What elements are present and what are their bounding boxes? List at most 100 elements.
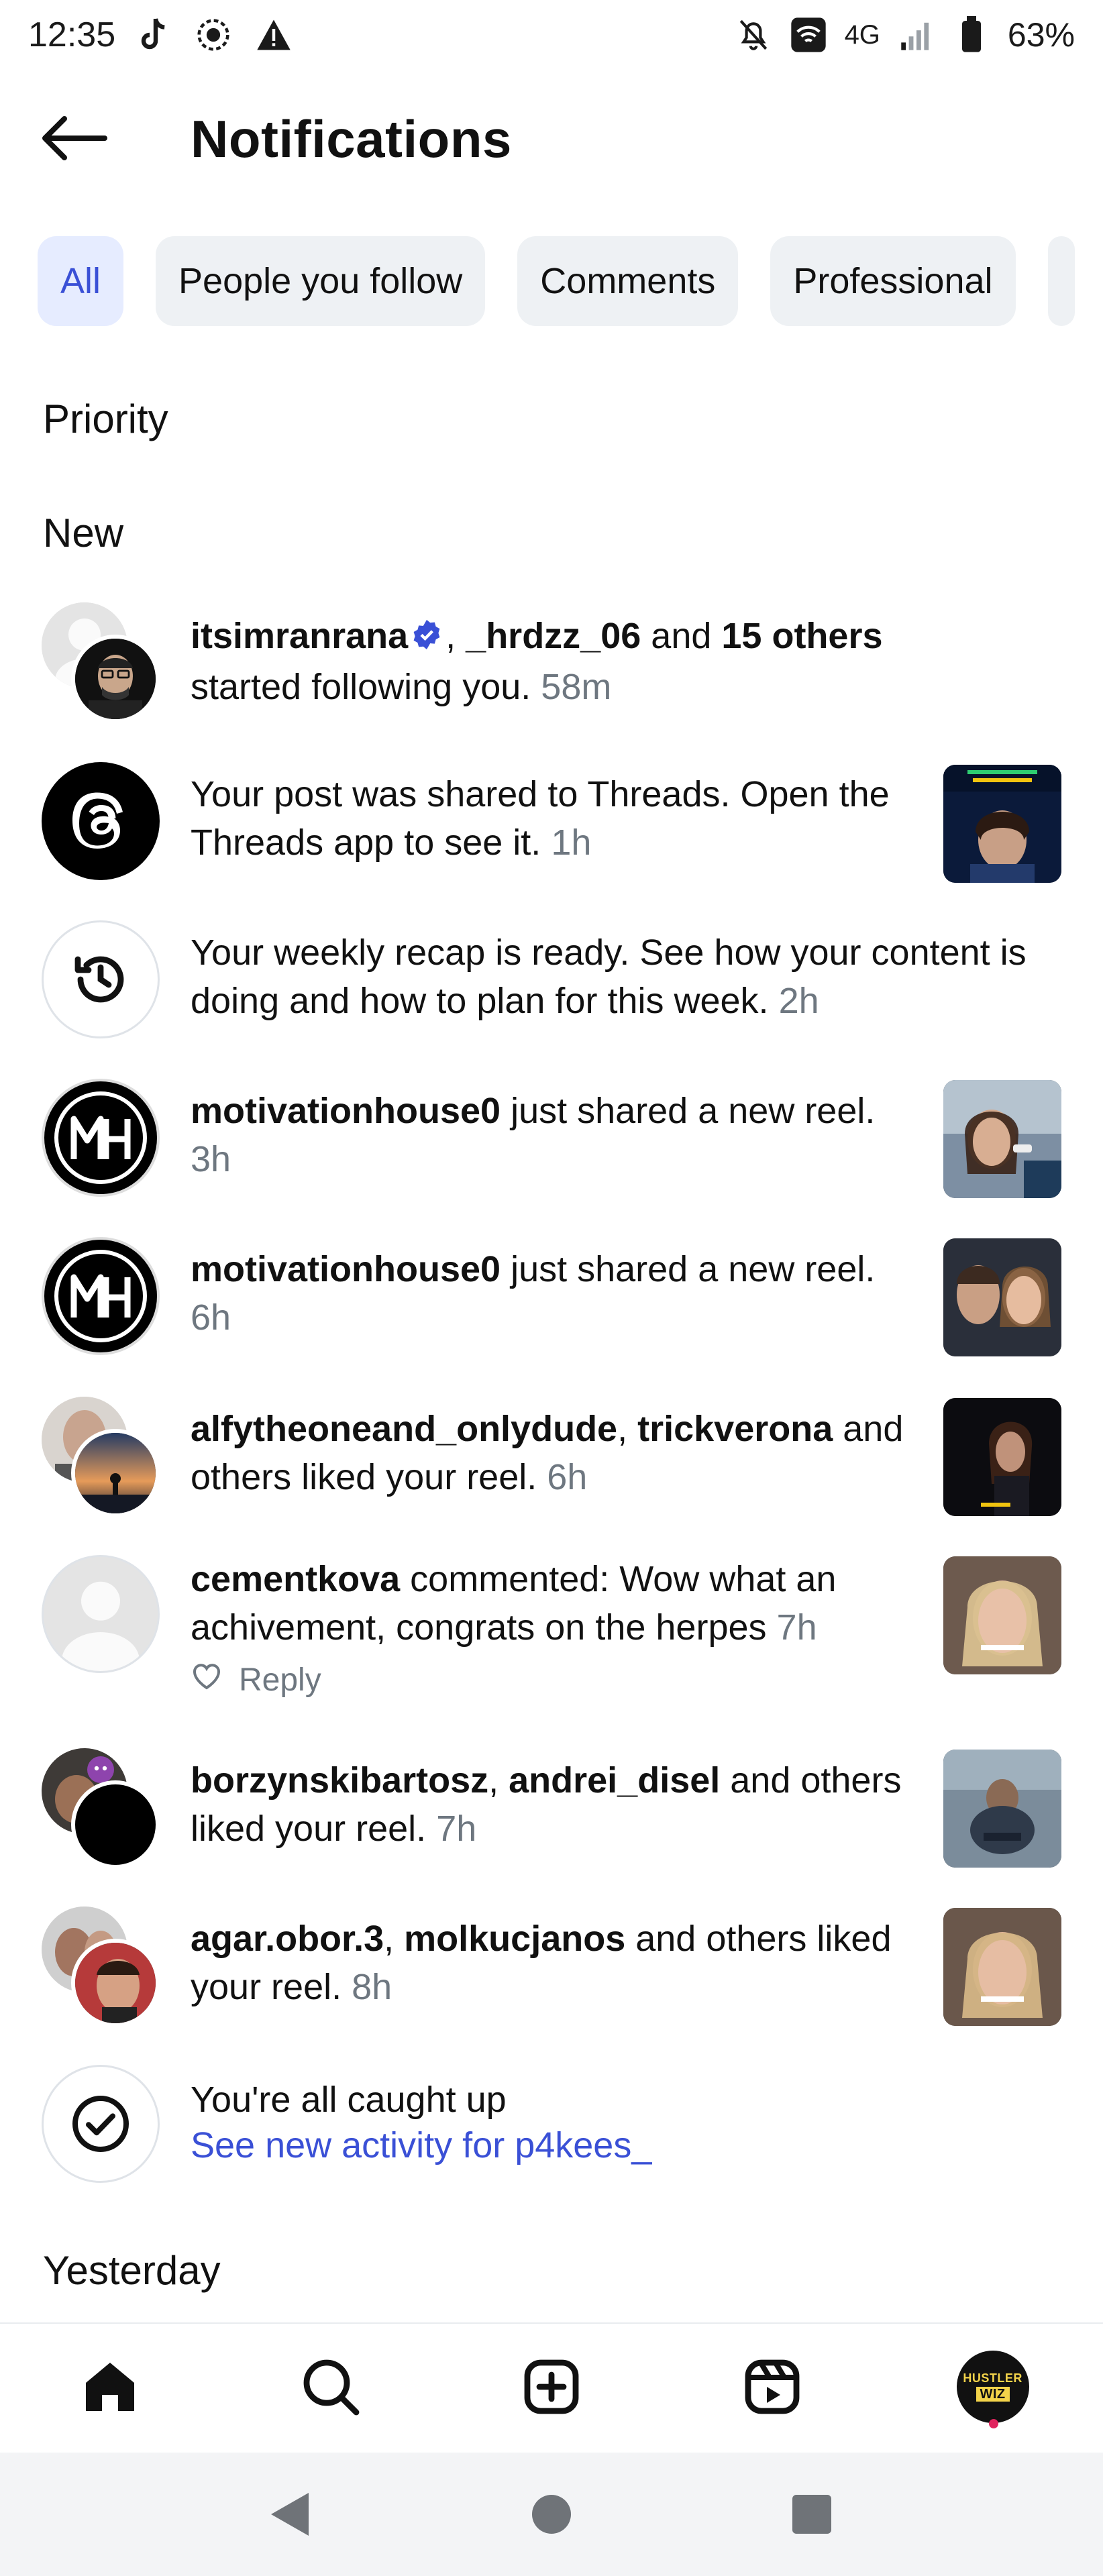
reel-thumbnail[interactable] (943, 1238, 1061, 1356)
timestamp: 6h (191, 1297, 231, 1338)
others-link[interactable]: 15 others (721, 616, 882, 656)
notification-row[interactable]: motivationhouse0 just shared a new reel.… (0, 1079, 1103, 1199)
plus-square-icon (524, 2359, 579, 2414)
timestamp: 58m (541, 666, 612, 707)
timestamp: 2h (778, 981, 819, 1021)
avatar[interactable] (42, 1237, 160, 1355)
notification-text: motivationhouse0 just shared a new reel.… (191, 1249, 876, 1338)
reel-thumbnail[interactable] (943, 1398, 1061, 1516)
notification-row[interactable]: cementkova commented: Wow what an achive… (0, 1555, 1103, 1736)
notification-text: Your post was shared to Threads. Open th… (191, 774, 890, 863)
reply-button[interactable]: Reply (239, 1662, 321, 1699)
check-circle-icon (42, 2065, 160, 2183)
avatar (71, 1780, 160, 1869)
chip-overflow[interactable] (1047, 236, 1075, 326)
avatar (71, 635, 160, 723)
reel-thumbnail[interactable] (943, 1080, 1061, 1198)
notification-row[interactable]: alfytheoneand_onlydude, trickverona and … (0, 1397, 1103, 1517)
username[interactable]: itsimranrana (191, 616, 408, 656)
username[interactable]: alfytheoneand_onlydude (191, 1409, 617, 1449)
circle-home-icon (532, 2495, 571, 2534)
system-nav-bar (0, 2453, 1103, 2576)
status-left-icons (134, 16, 293, 54)
username[interactable]: andrei_disel (509, 1760, 720, 1801)
home-button[interactable] (63, 2340, 157, 2434)
avatar (71, 1429, 160, 1517)
notification-row[interactable]: Your weekly recap is ready. See how your… (0, 920, 1103, 1041)
header: Notifications (0, 87, 1103, 188)
battery-level: 63% (1007, 16, 1075, 54)
notification-row[interactable]: agar.obor.3, molkucjanos and others like… (0, 1907, 1103, 2027)
notification-text: motivationhouse0 just shared a new reel.… (191, 1091, 876, 1179)
avatar-stack[interactable] (42, 1397, 160, 1517)
username[interactable]: motivationhouse0 (191, 1091, 501, 1131)
mute-bell-icon (735, 16, 772, 54)
signal-icon (898, 16, 935, 54)
notification-row[interactable]: itsimranrana, _hrdzz_06 and 15 others st… (0, 602, 1103, 723)
avatar-stack[interactable] (42, 602, 160, 723)
profile-button[interactable]: HUSTLER WIZ (946, 2340, 1040, 2434)
timestamp: 7h (436, 1809, 477, 1849)
username[interactable]: motivationhouse0 (191, 1249, 501, 1289)
status-time: 12:35 (28, 15, 116, 54)
triangle-back-icon (271, 2493, 309, 2536)
warning-icon (255, 16, 293, 54)
avatar[interactable] (42, 1555, 160, 1673)
avatar-stack[interactable] (42, 1907, 160, 2027)
reels-button[interactable] (725, 2340, 819, 2434)
mh-logo-icon (42, 1237, 160, 1355)
see-new-activity-link[interactable]: See new activity for p4kees_ (191, 2123, 915, 2168)
reel-thumbnail[interactable] (943, 1908, 1061, 2026)
notification-text: borzynskibartosz, andrei_disel and other… (191, 1760, 902, 1849)
square-recents-icon (792, 2495, 831, 2534)
filter-chips: All People you follow Comments Professio… (38, 236, 1103, 326)
notification-row[interactable]: Your post was shared to Threads. Open th… (0, 762, 1103, 883)
page-title: Notifications (191, 109, 512, 168)
recap-avatar (42, 920, 160, 1038)
comment-actions: Reply (191, 1661, 321, 1699)
heart-icon[interactable] (191, 1661, 223, 1699)
history-icon (42, 920, 160, 1038)
home-icon (86, 2363, 135, 2411)
avatar[interactable] (42, 1079, 160, 1197)
chip-all[interactable]: All (38, 236, 124, 326)
battery-icon (953, 16, 990, 54)
timestamp: 3h (191, 1139, 231, 1179)
threads-icon (42, 762, 160, 880)
notification-text: alfytheoneand_onlydude, trickverona and … (191, 1409, 904, 1497)
avatar-stack[interactable] (42, 1748, 160, 1869)
username[interactable]: trickverona (637, 1409, 833, 1449)
bottom-nav: HUSTLER WIZ (0, 2322, 1103, 2450)
notification-text: agar.obor.3, molkucjanos and others like… (191, 1919, 892, 2007)
section-priority[interactable]: Priority (43, 396, 168, 442)
username[interactable]: agar.obor.3 (191, 1919, 384, 1959)
tiktok-icon (134, 16, 172, 54)
username[interactable]: cementkova (191, 1559, 400, 1599)
notification-dot (988, 2419, 998, 2428)
chip-professional[interactable]: Professional (770, 236, 1016, 326)
section-yesterday: Yesterday (43, 2248, 221, 2293)
system-home-button[interactable] (518, 2481, 585, 2548)
system-recents-button[interactable] (778, 2481, 845, 2548)
chip-people-you-follow[interactable]: People you follow (156, 236, 486, 326)
back-button[interactable] (40, 111, 107, 165)
create-button[interactable] (505, 2340, 598, 2434)
search-icon (303, 2359, 360, 2416)
system-back-button[interactable] (258, 2481, 325, 2548)
notification-text: Your weekly recap is ready. See how your… (191, 932, 1027, 1021)
post-thumbnail[interactable] (943, 765, 1061, 883)
caught-up-row: You're all caught up See new activity fo… (0, 2065, 1103, 2186)
arrow-left-icon (42, 116, 107, 160)
profile-avatar: HUSTLER WIZ (956, 2351, 1029, 2423)
status-right-icons: 4G 63% (735, 15, 1075, 54)
reel-thumbnail[interactable] (943, 1556, 1061, 1674)
reel-thumbnail[interactable] (943, 1750, 1061, 1868)
chip-comments[interactable]: Comments (517, 236, 739, 326)
username[interactable]: borzynskibartosz (191, 1760, 488, 1801)
notification-row[interactable]: borzynskibartosz, andrei_disel and other… (0, 1748, 1103, 1869)
threads-avatar (42, 762, 160, 880)
username[interactable]: molkucjanos (404, 1919, 625, 1959)
search-button[interactable] (284, 2340, 378, 2434)
username[interactable]: _hrdzz_06 (466, 616, 641, 656)
notification-row[interactable]: motivationhouse0 just shared a new reel.… (0, 1237, 1103, 1358)
